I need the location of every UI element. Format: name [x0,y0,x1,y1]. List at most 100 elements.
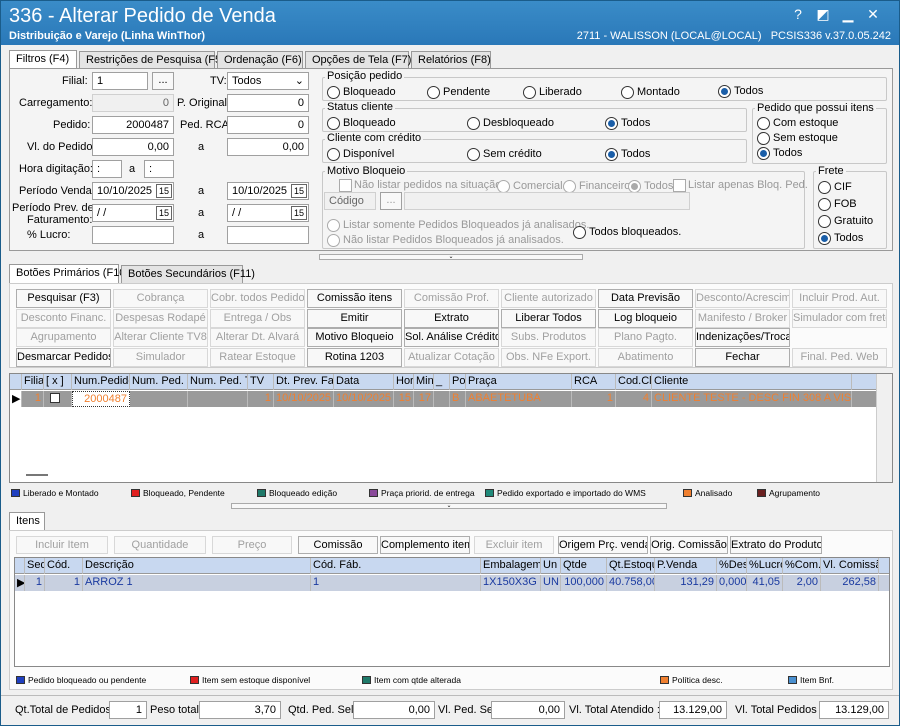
action-button[interactable]: Entrega / Obs [210,308,305,328]
posicao-montado-radio[interactable]: Montado [621,86,680,99]
calendar-icon[interactable]: 15 [291,206,307,220]
financeiro-radio[interactable]: Financeiro [563,180,630,193]
comercial-radio[interactable]: Comercial [497,180,563,193]
item-action-button[interactable]: Extrato do Produto [730,536,822,554]
filial-input[interactable]: 1 [92,72,148,90]
item-action-button[interactable]: Complemento item [380,536,470,554]
item-action-button[interactable]: Origem Prç. venda [558,536,648,554]
vlpedido-to-input[interactable]: 0,00 [227,138,309,156]
tab-itens[interactable]: Itens [9,512,45,531]
action-button[interactable]: Final. Ped. Web [792,347,887,367]
status-todos-radio[interactable]: Todos [605,117,650,130]
action-button[interactable]: Plano Pagto. [598,328,693,347]
action-button[interactable]: Alterar Cliente TV8 [113,328,208,347]
tab-botoes-secundarios[interactable]: Botões Secundários (F11) [121,265,255,283]
itens-todos-radio[interactable]: Todos [757,147,802,160]
action-button[interactable]: Indenizações/Troca [695,328,790,347]
action-button[interactable]: Data Previsão [598,289,693,308]
action-button[interactable]: Desconto Financ. [16,308,111,328]
nao-listar-analisados-radio[interactable]: Não listar Pedidos Bloqueados já analisa… [327,234,564,247]
action-button[interactable]: Subs. Produtos [501,328,596,347]
splitter-handle[interactable]: ⌄ [319,254,583,260]
action-button[interactable]: Ratear Estoque [210,347,305,367]
action-button[interactable]: Desconto/Acrescimo [695,289,790,308]
action-button[interactable]: Agrupamento [16,328,111,347]
action-button[interactable]: Liberar Todos [501,308,596,328]
posicao-pendente-radio[interactable]: Pendente [427,86,490,99]
action-button[interactable]: Emitir [307,308,402,328]
codigo-lookup-button[interactable]: ... [380,192,402,210]
lucro-from-input[interactable] [92,226,174,244]
orders-grid[interactable]: Filial[ x ]Num.PedidoNum. Ped. BNum. Ped… [9,373,893,483]
action-button[interactable]: Log bloqueio [598,308,693,328]
filial-lookup-button[interactable]: ... [152,72,174,90]
tab-restricoes[interactable]: Restrições de Pesquisa (F5) [79,51,225,69]
action-button[interactable]: Rotina 1203 [307,347,402,367]
posicao-todos-radio[interactable]: Todos [718,85,763,98]
action-button[interactable]: Sol. Análise Crédito [404,328,499,347]
motivo-desc-input[interactable] [404,192,690,210]
calendar-icon[interactable]: 15 [291,184,307,198]
frete-todos-radio[interactable]: Todos [818,232,863,245]
tab-opcoes[interactable]: Opções de Tela (F7) [305,51,411,69]
action-button[interactable]: Incluir Prod. Aut. [792,289,887,308]
pedrca-input[interactable]: 0 [227,116,309,134]
item-action-button[interactable]: Preço [212,536,292,554]
close-icon[interactable]: ✕ [862,5,884,23]
hscroll-thumb[interactable] [26,474,48,476]
item-action-button[interactable]: Incluir Item [16,536,108,554]
frete-fob-radio[interactable]: FOB [818,198,857,211]
tab-botoes-primarios[interactable]: Botões Primários (F10) [9,264,129,283]
checkbox-icon[interactable] [50,393,60,403]
frete-gratuito-radio[interactable]: Gratuito [818,215,873,228]
credito-sem-radio[interactable]: Sem crédito [467,148,542,161]
action-button[interactable]: Fechar [695,347,790,367]
nao-listar-checkbox[interactable]: Não listar pedidos na situação: [339,179,504,192]
table-row[interactable]: ▶ 1 1 ARROZ 1 1 1X150X3G UN 100,000 40.758,00 131… [15,575,889,591]
calendar-icon[interactable]: 15 [156,184,172,198]
pedido-input[interactable]: 2000487 [92,116,174,134]
tab-relatorios[interactable]: Relatórios (F8) [411,51,491,69]
table-cell[interactable]: 2000487 [72,391,130,407]
action-button[interactable]: Extrato [404,308,499,328]
splitter-handle-2[interactable]: ⌄ [231,503,667,509]
lucro-to-input[interactable] [227,226,309,244]
itens-sem-estoque-radio[interactable]: Sem estoque [757,132,838,145]
item-action-button[interactable]: Quantidade [114,536,206,554]
hora-to-input[interactable]: : [144,160,174,178]
orders-scrollbar[interactable] [876,374,892,482]
credito-disponivel-radio[interactable]: Disponível [327,148,394,161]
action-button[interactable]: Cliente autorizado [501,289,596,308]
help-icon[interactable]: ? [787,5,809,23]
frete-cif-radio[interactable]: CIF [818,181,852,194]
status-bloqueado-radio[interactable]: Bloqueado [327,117,396,130]
item-action-button[interactable]: Orig. Comissão [650,536,728,554]
minimize-icon[interactable]: ▁ [837,5,859,23]
item-action-button[interactable]: Comissão [298,536,378,554]
action-button[interactable]: Pesquisar (F3) [16,289,111,308]
action-button[interactable]: Comissão itens [307,289,402,308]
edit-icon[interactable]: ◩ [812,5,834,23]
posicao-bloqueado-radio[interactable]: Bloqueado [327,86,396,99]
carregamento-input[interactable]: 0 [92,94,174,112]
todos-bloqueados-radio[interactable]: Todos bloqueados. [573,226,681,239]
table-row[interactable]: ▶ 1 2000487 1 10/10/2025 10/10/2025 15 17 B ABAET… [10,391,876,407]
action-button[interactable]: Despesas Rodapé [113,308,208,328]
itens-com-estoque-radio[interactable]: Com estoque [757,117,838,130]
action-button[interactable]: Abatimento [598,347,693,367]
hora-from-input[interactable]: : [92,160,122,178]
action-button[interactable]: Comissão Prof. [404,289,499,308]
item-action-button[interactable]: Excluir item [474,536,554,554]
action-button[interactable]: Cobr. todos Pedidos [210,289,305,308]
posicao-liberado-radio[interactable]: Liberado [523,86,582,99]
vlpedido-from-input[interactable]: 0,00 [92,138,174,156]
calendar-icon[interactable]: 15 [156,206,172,220]
action-button[interactable]: Obs. NFe Export. [501,347,596,367]
action-button[interactable]: Simulador [113,347,208,367]
status-desbloqueado-radio[interactable]: Desbloqueado [467,117,554,130]
motivo-todos-radio[interactable]: Todos [628,180,673,193]
action-button[interactable]: Atualizar Cotação [404,347,499,367]
tv-select[interactable]: Todos ⌄ [227,72,309,90]
listar-bloq-checkbox[interactable]: Listar apenas Bloq. Ped. [673,179,808,192]
action-button[interactable]: Desmarcar Pedidos [16,347,111,367]
